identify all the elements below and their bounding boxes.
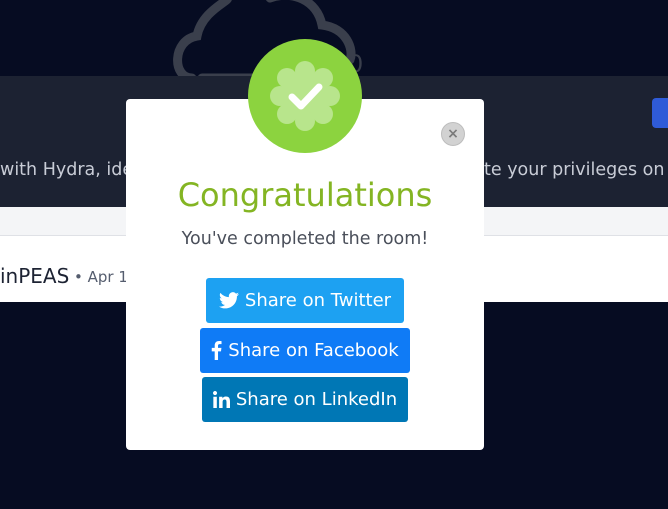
linkedin-icon [212,391,230,408]
share-facebook-button[interactable]: Share on Facebook [200,328,410,373]
close-icon[interactable]: × [441,122,465,146]
facebook-icon [211,341,222,360]
modal-subtitle: You've completed the room! [181,229,429,249]
share-linkedin-label: Share on LinkedIn [235,389,398,410]
modal-overlay: × Congratulations You've completed the r… [0,0,668,509]
share-twitter-label: Share on Twitter [244,290,392,311]
share-linkedin-button[interactable]: Share on LinkedIn [202,377,408,422]
modal-title: Congratulations [177,176,433,214]
share-facebook-label: Share on Facebook [228,340,399,361]
completed-badge-icon [248,39,362,153]
twitter-icon [218,292,239,309]
share-twitter-button[interactable]: Share on Twitter [206,278,404,323]
